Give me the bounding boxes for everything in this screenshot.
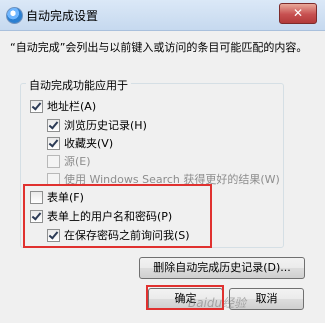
- window-title: 自动完成设置: [26, 9, 99, 23]
- browsing-history-option[interactable]: 浏览历史记录(H): [47, 118, 147, 132]
- feeds-checkbox: [47, 154, 60, 168]
- close-button[interactable]: ✕: [279, 3, 317, 24]
- group-legend: 自动完成功能应用于: [26, 77, 131, 93]
- settings-globe-icon: [6, 7, 23, 24]
- feeds-option: 源(E): [47, 154, 91, 168]
- delete-history-button[interactable]: 删除自动完成历史记录(D)...: [139, 257, 305, 279]
- description-text: “自动完成”会列出与以前键入或访问的条目可能匹配的内容。: [10, 41, 308, 54]
- favorites-option[interactable]: 收藏夹(V): [47, 136, 113, 150]
- browsing-history-checkbox[interactable]: [47, 118, 60, 132]
- feeds-label: 源(E): [64, 155, 91, 168]
- title-bar: 自动完成设置 ✕: [0, 0, 325, 31]
- address-bar-label: 地址栏(A): [47, 100, 97, 113]
- watermark-logo: Baidu经验: [188, 296, 247, 310]
- favorites-label: 收藏夹(V): [64, 137, 114, 150]
- address-bar-checkbox[interactable]: [30, 99, 43, 113]
- browsing-history-label: 浏览历史记录(H): [64, 119, 147, 132]
- favorites-checkbox[interactable]: [47, 136, 60, 150]
- address-bar-option[interactable]: 地址栏(A): [30, 99, 96, 113]
- highlight-box-forms: [23, 184, 212, 248]
